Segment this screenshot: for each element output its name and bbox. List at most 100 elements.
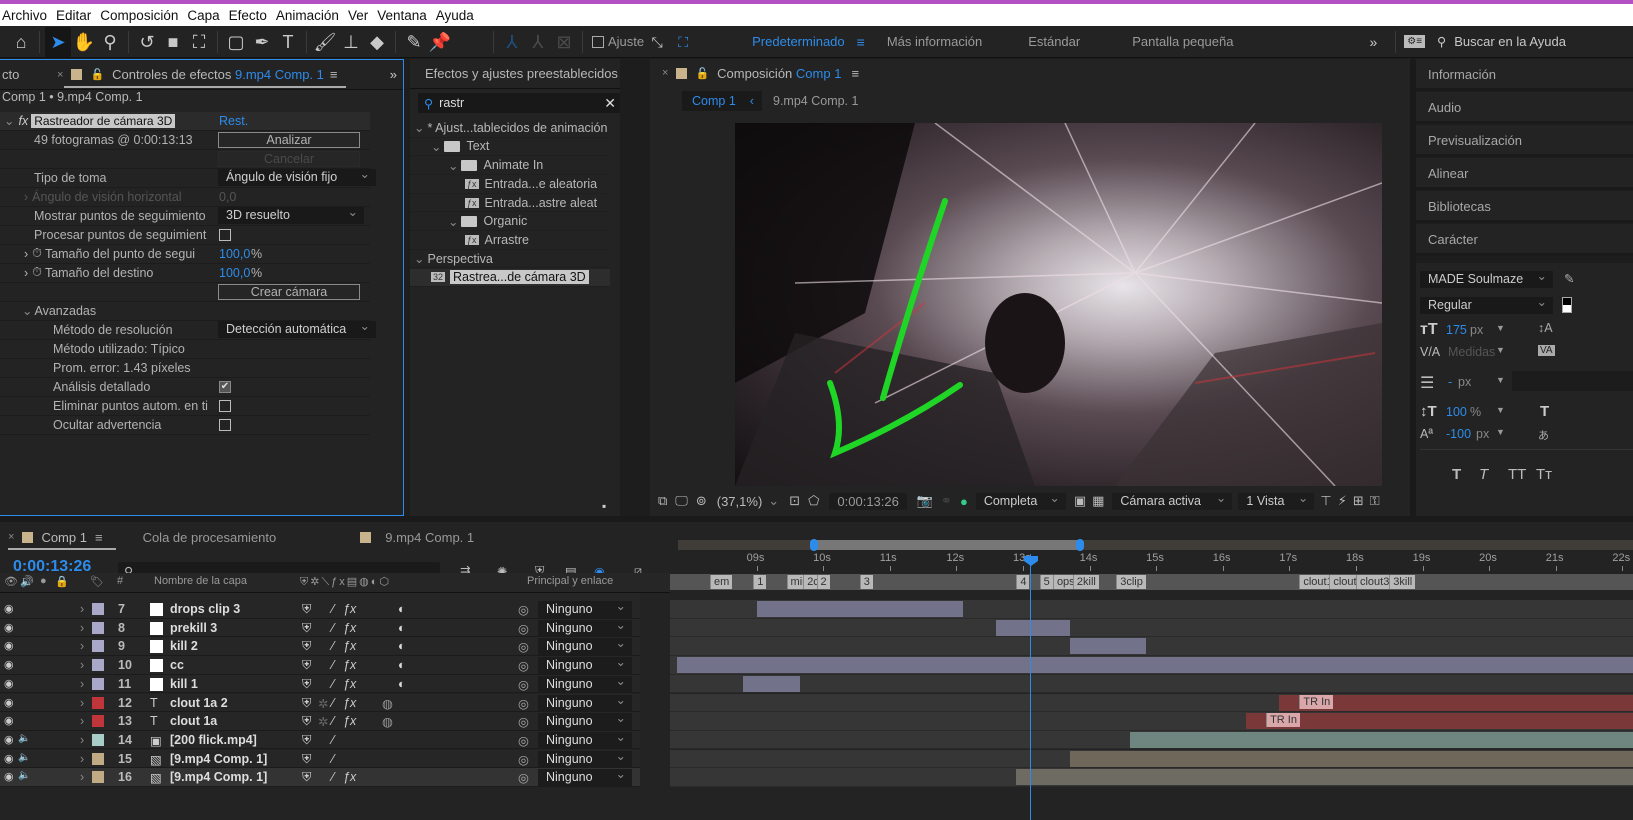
solve-method-dropdown[interactable]: Detección automática bbox=[218, 318, 376, 339]
effects-switch-icon[interactable]: ƒx bbox=[343, 602, 356, 616]
expand-layer-icon[interactable]: › bbox=[80, 714, 84, 728]
expand-layer-icon[interactable]: › bbox=[80, 733, 84, 747]
shot-type-dropdown[interactable]: Ángulo de visión fijo bbox=[218, 166, 376, 187]
collapse-switch-icon[interactable]: ✲ bbox=[318, 696, 328, 711]
quality-switch-icon[interactable]: ⁄ bbox=[332, 733, 334, 747]
layer-label-color[interactable] bbox=[92, 733, 104, 746]
pick-whip-icon[interactable]: ◎ bbox=[518, 677, 529, 692]
kerning-dropdown-icon[interactable]: ▼ bbox=[1496, 345, 1505, 355]
layer-marker[interactable]: TR In bbox=[1299, 694, 1334, 709]
panel-header-3[interactable]: Alinear bbox=[1416, 158, 1633, 190]
faux-bold-button[interactable]: T bbox=[1452, 466, 1461, 483]
comp-breadcrumb-active[interactable]: Comp 1 ‹ bbox=[682, 91, 762, 111]
effects-switch-icon[interactable]: ƒx bbox=[343, 714, 356, 728]
panel-header-4[interactable]: Bibliotecas bbox=[1416, 191, 1633, 223]
camera-view-dropdown[interactable]: Cámara activa bbox=[1112, 490, 1233, 510]
channel-rgb-icon[interactable]: ● bbox=[960, 494, 968, 509]
layer-label-color[interactable] bbox=[92, 659, 104, 672]
tree-item[interactable]: ⌄ Animate In bbox=[410, 156, 610, 175]
layer-row[interactable]: ◉ › 7 □ drops clip 3 ⛨ ⁄ ƒx ◐ ◎ Ninguno bbox=[0, 598, 640, 619]
workspace-overflow-icon[interactable]: » bbox=[1369, 34, 1377, 50]
menu-efecto[interactable]: Efecto bbox=[229, 8, 267, 23]
tree-item[interactable]: 32 Rastrea...de cámara 3D bbox=[410, 268, 610, 288]
parent-dropdown[interactable]: Ninguno bbox=[538, 654, 632, 675]
adjustment-switch-icon[interactable]: ◐ bbox=[398, 658, 406, 672]
expand-chevron-icon[interactable]: › bbox=[24, 190, 28, 204]
layer-label-color[interactable] bbox=[92, 640, 104, 653]
small-caps-button[interactable]: Tт bbox=[1536, 466, 1552, 483]
tree-item[interactable]: ⌄ Perspectiva bbox=[410, 250, 610, 269]
work-area-range[interactable] bbox=[815, 540, 1080, 550]
adjustment-switch-icon[interactable]: ◐ bbox=[398, 677, 406, 691]
zoom-tool-icon[interactable]: ⚲ bbox=[97, 27, 123, 57]
layer-label-color[interactable] bbox=[92, 752, 104, 765]
layer-duration-bar[interactable] bbox=[1069, 750, 1633, 767]
effects-switch-icon[interactable]: ƒx bbox=[343, 770, 356, 784]
quality-switch-icon[interactable]: ⁄ bbox=[332, 621, 334, 635]
quality-switch-icon[interactable]: ⁄ bbox=[332, 752, 334, 766]
auto-delete-checkbox[interactable] bbox=[219, 399, 231, 412]
comp-marker[interactable]: 3clip bbox=[1116, 575, 1146, 589]
audio-toggle-icon[interactable]: 🔈 bbox=[18, 733, 30, 744]
all-caps-button[interactable]: TT bbox=[1508, 466, 1526, 483]
panel-header-2[interactable]: Previsualización bbox=[1416, 125, 1633, 157]
clone-stamp-tool-icon[interactable]: ⊥ bbox=[338, 27, 364, 57]
menu-archivo[interactable]: Archivo bbox=[2, 8, 47, 23]
layer-name[interactable]: [9.mp4 Comp. 1] bbox=[170, 770, 267, 784]
expand-layer-icon[interactable]: › bbox=[80, 696, 84, 710]
solo-col-icon[interactable]: ● bbox=[40, 575, 47, 587]
vertical-scale-dropdown-icon[interactable]: ▼ bbox=[1496, 405, 1505, 415]
comp-breadcrumb-next[interactable]: 9.mp4 Comp. 1 bbox=[773, 94, 858, 108]
clear-search-icon[interactable]: ✕ bbox=[604, 95, 616, 112]
layer-label-color[interactable] bbox=[92, 696, 104, 709]
layer-name[interactable]: [200 flick.mp4] bbox=[170, 733, 257, 747]
close-tab-icon[interactable]: × bbox=[662, 67, 668, 79]
tree-item[interactable]: ⌄ * Ajust...tablecidos de animación bbox=[410, 119, 610, 138]
search-help-icon[interactable]: ⚲ bbox=[1437, 34, 1446, 49]
panel-menu-icon[interactable]: ≡ bbox=[851, 66, 859, 81]
composition-tab-label[interactable]: Composición bbox=[717, 66, 792, 81]
baseline-shift-value[interactable]: -100 bbox=[1446, 427, 1471, 441]
comp-marker[interactable]: em bbox=[709, 575, 733, 589]
local-axis-icon[interactable]: ⅄ bbox=[499, 27, 525, 57]
brush-tool-icon[interactable]: 🖌 bbox=[312, 27, 338, 57]
pick-whip-icon[interactable]: ◎ bbox=[518, 602, 529, 617]
layer-name-header[interactable]: Nombre de la capa bbox=[154, 575, 247, 587]
work-area-end-handle[interactable] bbox=[1076, 539, 1084, 551]
layer-name[interactable]: [9.mp4 Comp. 1] bbox=[170, 752, 267, 766]
search-help-field[interactable]: Buscar en la Ayuda bbox=[1454, 34, 1566, 49]
tree-item[interactable]: ƒx Arrastre bbox=[410, 231, 610, 250]
transparency-grid-icon[interactable]: ▦ bbox=[1092, 493, 1104, 509]
motion-blur-switch-icon[interactable]: ◍ bbox=[382, 714, 393, 729]
layer-row[interactable]: ◉ 🔈 › 15 ▧ [9.mp4 Comp. 1] ⛨ ⁄ ◎ Ninguno bbox=[0, 748, 640, 769]
pick-whip-icon[interactable]: ◎ bbox=[518, 752, 529, 767]
timeline-toggle-icon[interactable]: ⊞ bbox=[1353, 493, 1364, 509]
show-points-dropdown[interactable]: 3D resuelto bbox=[218, 204, 364, 225]
expand-layer-icon[interactable]: › bbox=[80, 770, 84, 784]
layer-row[interactable]: ◉ › 8 □ prekill 3 ⛨ ⁄ ƒx ◐ ◎ Ninguno bbox=[0, 617, 640, 638]
menu-capa[interactable]: Capa bbox=[187, 8, 219, 23]
layer-label-color[interactable] bbox=[92, 771, 104, 784]
menu-ver[interactable]: Ver bbox=[348, 8, 368, 23]
camera-tool-icon[interactable]: ■ bbox=[160, 27, 186, 57]
composition-viewer[interactable] bbox=[735, 123, 1382, 486]
hand-tool-icon[interactable]: ✋ bbox=[71, 27, 97, 57]
home-icon[interactable]: ⌂ bbox=[8, 27, 34, 57]
shy-switch-icon[interactable]: ⛨ bbox=[302, 639, 311, 654]
layer-label-color[interactable] bbox=[92, 677, 104, 690]
shy-switch-icon[interactable]: ⛨ bbox=[302, 696, 311, 711]
timeline-tab-render-queue[interactable]: Cola de procesamiento bbox=[143, 530, 277, 545]
expand-layer-icon[interactable]: › bbox=[80, 621, 84, 635]
tree-item[interactable]: ƒx Entrada...astre aleat bbox=[410, 194, 610, 213]
quality-switch-icon[interactable]: ⁄ bbox=[332, 658, 334, 672]
quality-switch-icon[interactable]: ⁄ bbox=[332, 714, 334, 728]
faux-italic-button[interactable]: T bbox=[1479, 466, 1488, 483]
analyze-button[interactable]: Analizar bbox=[218, 131, 360, 148]
rotate-tool-icon[interactable]: ↺ bbox=[134, 27, 160, 57]
detailed-analysis-checkbox[interactable]: ✔ bbox=[219, 380, 231, 393]
layer-duration-bar[interactable] bbox=[756, 601, 964, 617]
render-points-checkbox[interactable] bbox=[219, 228, 231, 241]
menu-composicion[interactable]: Composición bbox=[100, 8, 178, 23]
vertical-scale-value[interactable]: 100 bbox=[1446, 405, 1467, 419]
chevron-down-icon[interactable]: ⌄ bbox=[431, 139, 441, 154]
